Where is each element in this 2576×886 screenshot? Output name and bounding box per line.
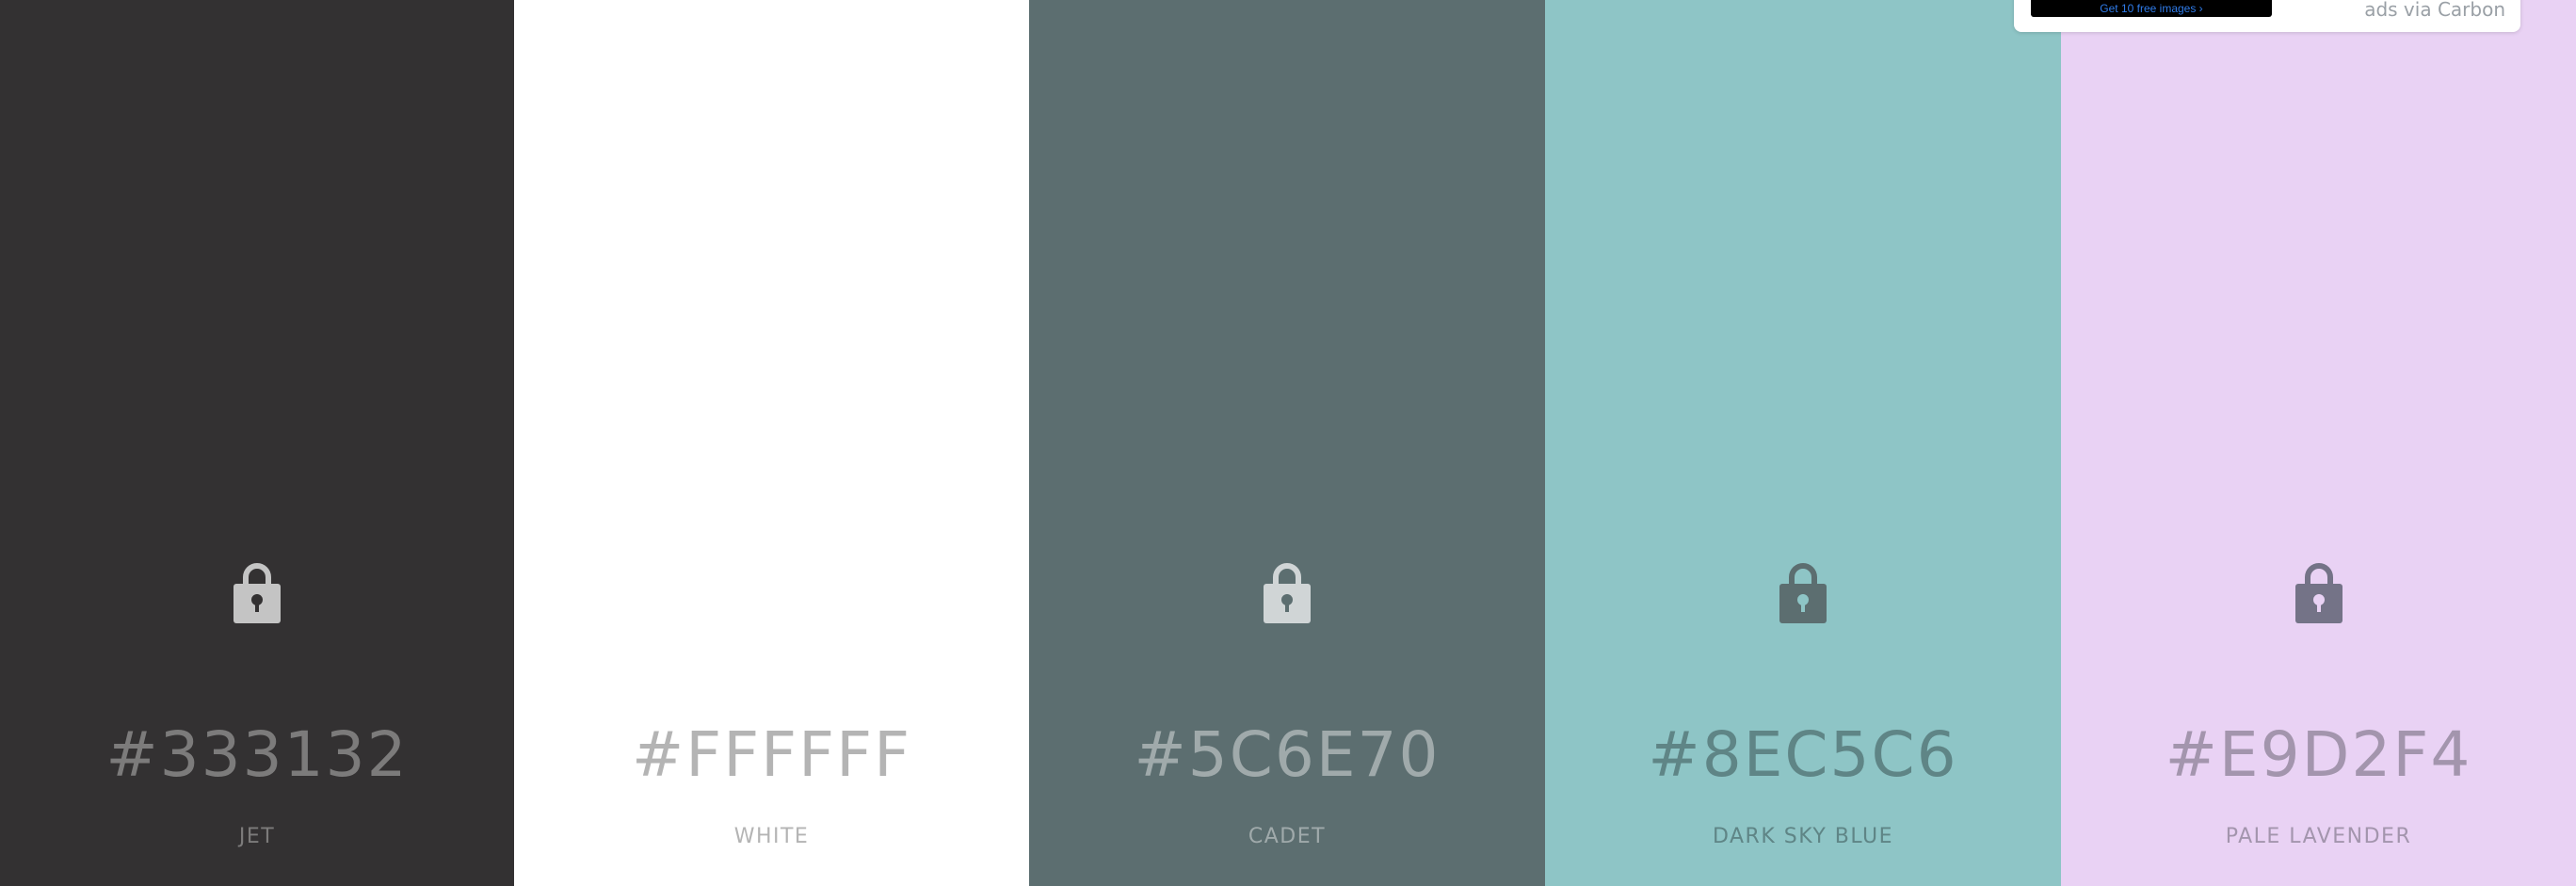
carbon-ad[interactable]: Get 10 free images › ads via Carbon: [2014, 0, 2520, 32]
color-name: DARK SKY BLUE: [1712, 825, 1894, 848]
lock-icon[interactable]: [747, 561, 797, 623]
hex-code[interactable]: #5C6E70: [1029, 717, 1545, 793]
lock-icon[interactable]: [232, 561, 282, 623]
lock-icon[interactable]: [1778, 561, 1828, 623]
color-name: PALE LAVENDER: [2225, 825, 2412, 848]
color-swatch-white[interactable]: #FFFFFF WHITE: [514, 0, 1029, 886]
color-swatch-dark-sky-blue[interactable]: #8EC5C6 DARK SKY BLUE: [1545, 0, 2061, 886]
color-palette: #333132 JET #FFFFFF WHITE #5C6E70 CADET: [0, 0, 2576, 886]
lock-icon[interactable]: [1262, 561, 1312, 623]
hex-code[interactable]: #333132: [0, 717, 514, 793]
hex-code[interactable]: #E9D2F4: [2061, 717, 2576, 793]
color-swatch-cadet[interactable]: #5C6E70 CADET: [1029, 0, 1545, 886]
ad-image-text[interactable]: Get 10 free images ›: [2031, 3, 2272, 14]
lock-icon[interactable]: [2294, 561, 2344, 623]
color-swatch-jet[interactable]: #333132 JET: [0, 0, 514, 886]
color-name: WHITE: [733, 825, 810, 848]
hex-code[interactable]: #8EC5C6: [1545, 717, 2061, 793]
ad-image[interactable]: Get 10 free images ›: [2031, 0, 2272, 17]
hex-code[interactable]: #FFFFFF: [514, 717, 1029, 793]
color-name: CADET: [1248, 825, 1327, 848]
color-name: JET: [238, 825, 276, 848]
color-swatch-pale-lavender[interactable]: #E9D2F4 PALE LAVENDER: [2061, 0, 2576, 886]
ad-via-carbon-link[interactable]: ads via Carbon: [2364, 0, 2505, 21]
